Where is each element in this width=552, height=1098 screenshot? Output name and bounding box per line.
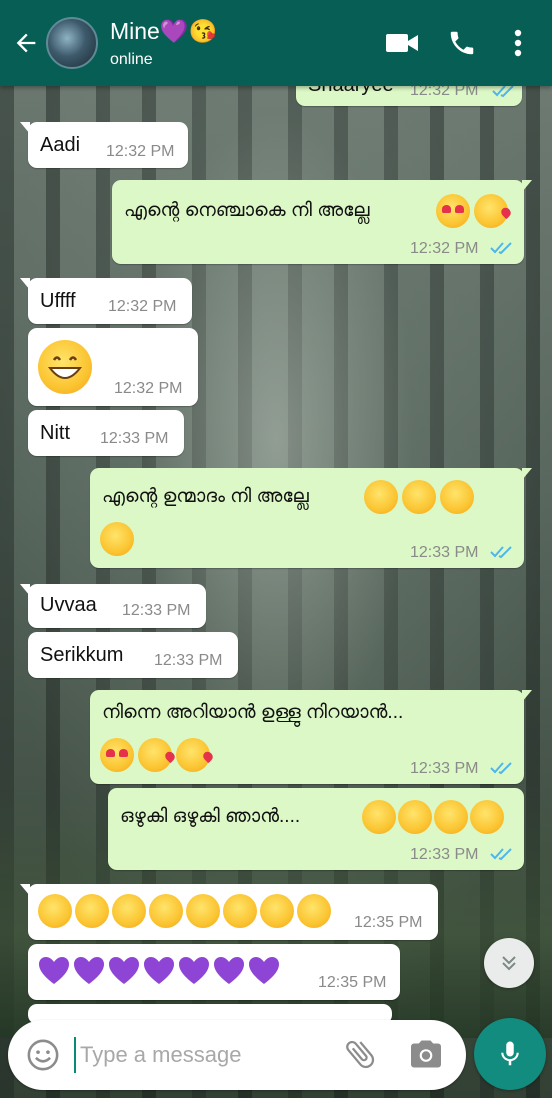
emoji-purple-heart (73, 956, 105, 986)
message-bubble-outgoing[interactable]: നിന്നെ അറിയാൻ ഉള്ളു നിറയാൻ... 12:33 PM (90, 690, 532, 784)
message-time: 12:33 PM (100, 430, 169, 447)
message-text: എന്റെ ഉന്മാദം നി അല്ലേ (102, 486, 309, 507)
text-caret (74, 1037, 76, 1073)
emoji-kiss-wink (474, 194, 508, 228)
emoji-yum (470, 800, 504, 834)
message-time: 12:33 PM (122, 602, 191, 619)
emoji-kiss-closed (440, 480, 474, 514)
read-ticks-icon (490, 848, 512, 861)
emoji-kiss-closed (149, 894, 183, 928)
emoji-purple-heart (108, 956, 140, 986)
message-text: ഒഴുകി ഒഴുകി ഞാൻ.... (120, 806, 301, 827)
emoji-hearts (100, 738, 134, 772)
message-bubble-outgoing[interactable]: എന്റെ ഉന്മാദം നി അല്ലേ 12:33 PM (90, 468, 532, 568)
message-time: 12:35 PM (354, 914, 423, 931)
read-ticks-icon (492, 85, 514, 98)
emoji-row (38, 956, 283, 986)
message-bubble-incoming[interactable]: Aadi 12:32 PM (20, 122, 188, 168)
message-time: 12:32 PM (108, 298, 177, 315)
emoji-kiss-closed (223, 894, 257, 928)
scroll-down-icon (502, 956, 516, 971)
emoji-halo (362, 800, 396, 834)
message-bubble-outgoing[interactable]: ഒഴുകി ഒഴുകി ഞാൻ.... 12:33 PM (108, 788, 524, 870)
emoji-yum (364, 480, 398, 514)
message-bubble-incoming[interactable]: 12:35 PM (20, 884, 438, 940)
message-text: എന്റെ നെഞ്ചാകെ നി അല്ലേ (124, 200, 370, 221)
camera-icon[interactable] (408, 1036, 444, 1076)
emoji-halo (398, 800, 432, 834)
message-text: Nitt (40, 422, 70, 444)
read-ticks-icon (490, 242, 512, 255)
message-time: 12:33 PM (410, 760, 479, 777)
emoji-yum (402, 480, 436, 514)
message-bubble-incoming[interactable]: Serikkum 12:33 PM (28, 632, 238, 678)
emoji-purple-heart (178, 956, 210, 986)
phone-icon[interactable] (438, 19, 486, 67)
emoji-purple-heart (38, 956, 70, 986)
scroll-down-button[interactable] (484, 938, 534, 988)
back-arrow-icon[interactable] (6, 23, 46, 63)
more-vert-icon[interactable] (494, 19, 542, 67)
emoji-row (38, 894, 334, 928)
video-call-icon[interactable] (378, 19, 426, 67)
emoji-purple-heart (213, 956, 245, 986)
message-text: Uffff (40, 290, 76, 312)
message-bubble-incoming[interactable]: Uffff 12:32 PM (20, 278, 192, 324)
message-bubble-incoming[interactable]: Uvvaa 12:33 PM (20, 584, 206, 628)
emoji-yum (434, 800, 468, 834)
message-text: Serikkum (40, 644, 124, 666)
emoji-kiss-closed (260, 894, 294, 928)
contact-info[interactable]: Mine💜😘 online (110, 18, 378, 69)
emoji-kiss-closed (186, 894, 220, 928)
attach-icon[interactable] (342, 1036, 378, 1076)
read-ticks-icon (490, 546, 512, 559)
message-time: 12:32 PM (106, 143, 175, 160)
message-bubble-outgoing[interactable]: എന്റെ നെഞ്ചാകെ നി അല്ലേ 12:32 PM (112, 180, 532, 264)
contact-status: online (110, 50, 153, 68)
emoji-kiss-wink (138, 738, 172, 772)
message-time: 12:35 PM (318, 974, 387, 991)
message-bubble-incoming[interactable]: 12:32 PM (28, 328, 198, 406)
emoji-kiss-closed (112, 894, 146, 928)
message-time: 12:32 PM (114, 380, 183, 397)
message-text: Uvvaa (40, 594, 97, 616)
message-input[interactable] (80, 1039, 330, 1071)
message-bubble-incoming[interactable]: Nitt 12:33 PM (28, 410, 184, 456)
emoji-grin (38, 340, 92, 394)
emoji-kiss-closed (38, 894, 72, 928)
message-composer (8, 1020, 466, 1090)
contact-name: Mine💜😘 (110, 17, 218, 44)
message-bubble-incoming[interactable]: 12:35 PM (28, 944, 400, 1000)
chat-header: Mine💜😘 online (0, 0, 552, 86)
mic-button[interactable] (474, 1018, 546, 1090)
emoji-kiss-wink (176, 738, 210, 772)
message-text: Aadi (40, 134, 81, 156)
message-time: 12:33 PM (410, 544, 479, 561)
read-ticks-icon (490, 762, 512, 775)
emoji-kiss-closed (75, 894, 109, 928)
emoji-purple-heart (143, 956, 175, 986)
emoji-icon[interactable] (26, 1038, 60, 1076)
emoji-smirk (100, 522, 134, 556)
emoji-purple-heart (248, 956, 280, 986)
avatar[interactable] (46, 17, 98, 69)
message-time: 12:33 PM (410, 846, 479, 863)
emoji-kiss-closed (297, 894, 331, 928)
message-time: 12:32 PM (410, 240, 479, 257)
mic-icon (501, 1041, 519, 1066)
emoji-heart-eyes (436, 194, 470, 228)
message-text: നിന്നെ അറിയാൻ ഉള്ളു നിറയാൻ... (102, 702, 404, 723)
message-time: 12:33 PM (154, 652, 223, 669)
